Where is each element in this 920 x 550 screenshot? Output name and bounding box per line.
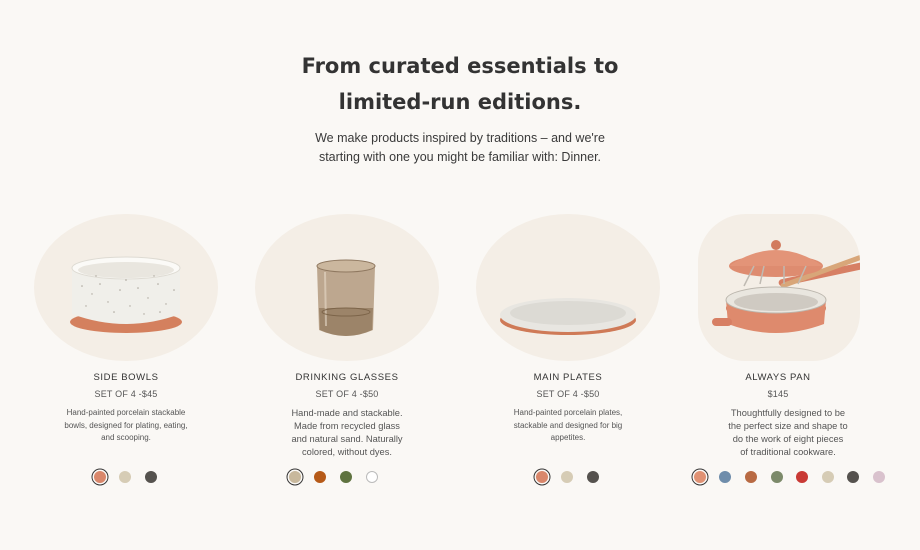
swatch-2[interactable] bbox=[587, 471, 599, 483]
swatch-3[interactable] bbox=[366, 471, 378, 483]
product-image-always-pan[interactable] bbox=[698, 214, 860, 361]
swatch-7[interactable] bbox=[873, 471, 885, 483]
product-image-side-bowls[interactable] bbox=[34, 214, 218, 361]
product-price: SET OF 4 -$50 bbox=[315, 389, 379, 399]
subtitle-line-2: starting with one you might be familiar … bbox=[318, 150, 602, 164]
swatch-2[interactable] bbox=[340, 471, 352, 483]
swatch-1[interactable] bbox=[719, 471, 731, 483]
product-price: SET OF 4 -$50 bbox=[536, 389, 600, 399]
swatch-0[interactable] bbox=[536, 471, 548, 483]
drinking-glass-illustration bbox=[316, 259, 376, 336]
swatch-4[interactable] bbox=[796, 471, 808, 483]
title-line-2: limited-run editions. bbox=[338, 90, 582, 114]
product-name[interactable]: DRINKING GLASSES bbox=[255, 372, 439, 383]
page-subtitle: We make products inspired by traditions … bbox=[0, 129, 920, 167]
product-name[interactable]: MAIN PLATES bbox=[476, 372, 660, 383]
main-plate-illustration bbox=[500, 298, 636, 335]
product-description: Hand-painted porcelain plates, stackable… bbox=[513, 408, 623, 442]
product-price: $145 bbox=[767, 389, 789, 399]
color-swatches bbox=[94, 471, 160, 485]
swatch-0[interactable] bbox=[289, 471, 301, 483]
page-title: From curated essentials to limited-run e… bbox=[0, 48, 920, 120]
product-image-main-plates[interactable] bbox=[476, 214, 660, 361]
swatch-0[interactable] bbox=[94, 471, 106, 483]
product-image-drinking-glasses[interactable] bbox=[255, 214, 439, 361]
color-swatches bbox=[694, 471, 890, 485]
product-name[interactable]: SIDE BOWLS bbox=[34, 372, 218, 383]
product-price: SET OF 4 -$45 bbox=[94, 389, 158, 399]
side-bowl-illustration bbox=[70, 256, 182, 333]
swatch-5[interactable] bbox=[822, 471, 834, 483]
always-pan-illustration bbox=[712, 240, 860, 333]
swatch-2[interactable] bbox=[145, 471, 157, 483]
color-swatches bbox=[289, 471, 407, 485]
color-swatches bbox=[536, 471, 602, 485]
swatch-0[interactable] bbox=[694, 471, 706, 483]
product-name[interactable]: ALWAYS PAN bbox=[686, 372, 870, 383]
swatch-1[interactable] bbox=[561, 471, 573, 483]
swatch-6[interactable] bbox=[847, 471, 859, 483]
title-line-1: From curated essentials to bbox=[301, 54, 619, 78]
swatch-1[interactable] bbox=[314, 471, 326, 483]
product-description: Hand-painted porcelain stackable bowls, … bbox=[64, 408, 188, 442]
swatch-1[interactable] bbox=[119, 471, 131, 483]
product-description: Hand-made and stackable. Made from recyc… bbox=[291, 408, 403, 457]
product-description: Thoughtfully designed to be the perfect … bbox=[728, 408, 848, 457]
swatch-3[interactable] bbox=[771, 471, 783, 483]
subtitle-line-1: We make products inspired by traditions … bbox=[315, 131, 605, 145]
swatch-2[interactable] bbox=[745, 471, 757, 483]
